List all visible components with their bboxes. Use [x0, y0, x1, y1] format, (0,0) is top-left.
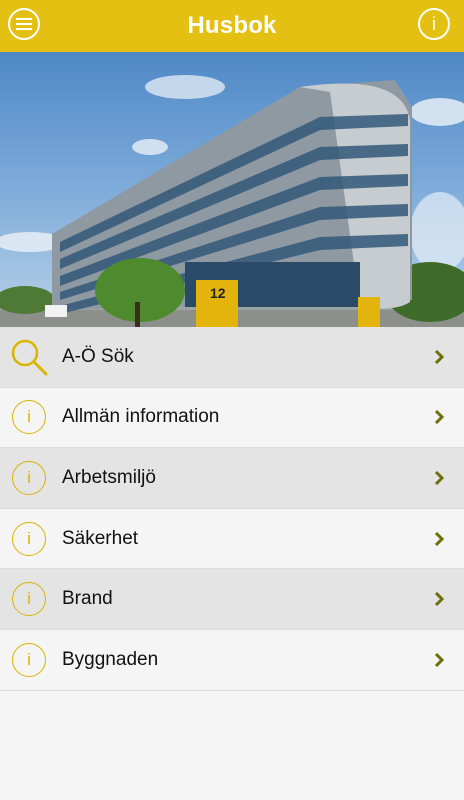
page-title: Husbok — [187, 12, 277, 39]
chevron-right-icon — [434, 592, 444, 607]
info-circle-icon: i — [12, 521, 46, 556]
info-circle-icon: i — [12, 400, 46, 435]
chevron-right-icon — [434, 470, 444, 485]
menu-item-label: Allmän information — [62, 406, 220, 428]
menu-item-label: Byggnaden — [62, 648, 159, 670]
chevron-right-icon — [434, 531, 444, 546]
menu-item-allman-information[interactable]: i Allmän information — [0, 387, 464, 449]
chevron-right-icon — [434, 410, 444, 425]
menu-icon — [16, 18, 32, 30]
menu-item-brand[interactable]: i Brand — [0, 569, 464, 630]
info-circle-icon-wrap: i — [10, 580, 48, 618]
info-circle-icon: i — [12, 460, 46, 495]
chevron-right-icon — [434, 349, 444, 364]
info-circle-icon-wrap: i — [10, 520, 48, 558]
menu-item-label: Arbetsmiljö — [62, 466, 156, 488]
hero-image: 12 — [0, 52, 464, 327]
menu-item-arbetsmiljo[interactable]: i Arbetsmiljö — [0, 448, 464, 509]
menu-item-byggnaden[interactable]: i Byggnaden — [0, 629, 464, 691]
menu-item-sakerhet[interactable]: i Säkerhet — [0, 508, 464, 570]
info-button[interactable]: i — [418, 8, 450, 40]
search-icon — [10, 338, 48, 376]
menu-item-label: Säkerhet — [62, 527, 139, 549]
menu-item-label: Brand — [62, 588, 113, 610]
menu-button[interactable] — [8, 8, 40, 40]
info-icon: i — [432, 14, 436, 34]
menu-item-search[interactable]: A-Ö Sök — [0, 327, 464, 388]
menu-list: A-Ö Sök i Allmän information i Arbetsmil… — [0, 327, 464, 691]
menu-item-label: A-Ö Sök — [62, 345, 134, 367]
app-header: Husbok i — [0, 0, 464, 52]
chevron-right-icon — [434, 652, 444, 667]
info-circle-icon-wrap: i — [10, 641, 48, 679]
info-circle-icon-wrap: i — [10, 398, 48, 436]
info-circle-icon: i — [12, 582, 46, 617]
info-circle-icon: i — [12, 642, 46, 677]
building-number: 12 — [210, 285, 226, 301]
info-circle-icon-wrap: i — [10, 459, 48, 497]
